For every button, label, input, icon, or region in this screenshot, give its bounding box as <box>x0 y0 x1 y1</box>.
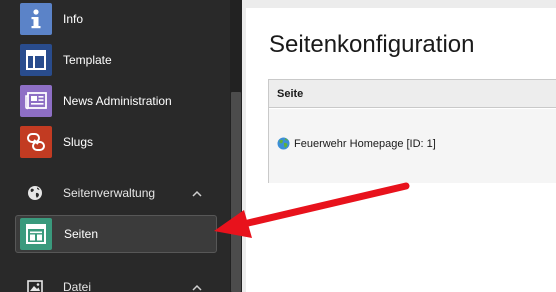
table-row[interactable]: Feuerwehr Homepage [ID: 1] <box>277 137 436 150</box>
sidebar-scrollbar-thumb[interactable] <box>231 92 241 292</box>
sidebar-item-news-administration[interactable]: News Administration <box>0 81 216 121</box>
sidebar-item-template[interactable]: Template <box>0 40 216 80</box>
sidebar-item-label: Seiten <box>64 227 99 241</box>
sidebar-item-label: Slugs <box>63 135 94 149</box>
chevron-up-icon[interactable] <box>191 281 203 292</box>
sidebar-item-label: Template <box>63 53 112 67</box>
sidebar-group-seitenverwaltung[interactable]: Seitenverwaltung <box>0 178 216 208</box>
sidebar-item-label: Info <box>63 12 84 26</box>
globe-icon <box>27 185 43 201</box>
page-title: Seitenkonfiguration <box>269 31 475 58</box>
chevron-up-icon[interactable] <box>191 187 203 199</box>
site-table: Seite Feuerwehr Homepage [ID: 1] <box>268 79 556 183</box>
image-icon <box>27 279 43 292</box>
module-sidebar: Info Template News Administration Slugs … <box>0 0 230 292</box>
page-link[interactable]: Feuerwehr Homepage [ID: 1] <box>294 138 436 150</box>
link-icon <box>20 126 52 158</box>
sidebar-group-datei[interactable]: Datei <box>0 272 216 292</box>
sidebar-group-label: Seitenverwaltung <box>63 186 156 200</box>
template-icon <box>20 44 52 76</box>
globe-icon <box>277 137 290 150</box>
main-area: Seitenkonfiguration Seite Feuerwehr Home… <box>242 0 556 292</box>
sidebar-item-info[interactable]: Info <box>0 0 216 39</box>
sidebar-item-label: News Administration <box>63 94 172 108</box>
info-icon <box>20 3 52 35</box>
sidebar-item-seiten[interactable]: Seiten <box>15 215 217 253</box>
column-header-seite: Seite <box>277 88 304 100</box>
content-panel: Seitenkonfiguration Seite Feuerwehr Home… <box>246 8 556 292</box>
sidebar-item-slugs[interactable]: Slugs <box>0 122 216 162</box>
page-tree-icon <box>20 218 52 250</box>
news-icon <box>20 85 52 117</box>
table-header: Seite <box>269 80 556 108</box>
sidebar-group-label: Datei <box>63 280 92 292</box>
table-body: Feuerwehr Homepage [ID: 1] <box>269 109 556 183</box>
